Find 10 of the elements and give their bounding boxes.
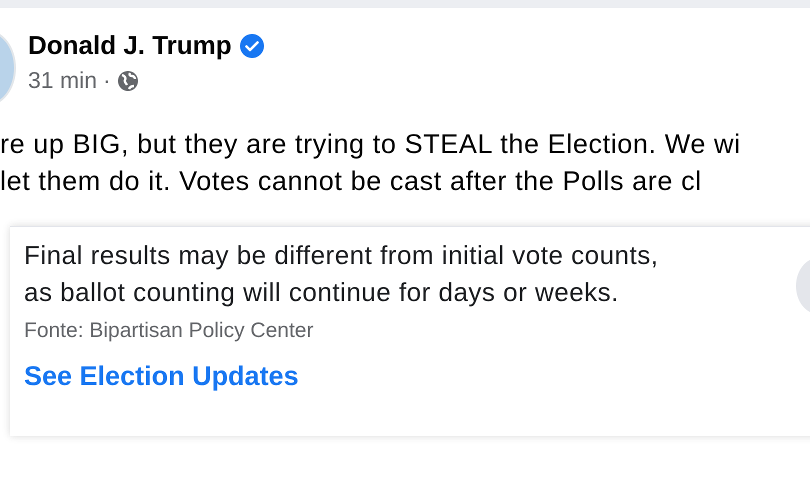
notice-text-line: as ballot counting will continue for days or weeks. — [24, 276, 619, 309]
election-updates-link[interactable]: See Election Updates — [24, 361, 299, 392]
source-text: Fonte: Bipartisan Policy Center — [24, 319, 314, 343]
author-name[interactable]: Donald J. Trump — [28, 30, 232, 61]
separator: · — [103, 67, 111, 94]
post-time[interactable]: 31 min — [28, 67, 98, 94]
post-text-line: let them do it. Votes cannot be cast after the Polls are cl — [0, 165, 703, 198]
notice-text-line: Final results may be different from initial vote counts, — [24, 239, 658, 272]
globe-icon[interactable] — [116, 70, 139, 92]
post-text-line: re up BIG, but they are trying to STEAL the Election. We wi — [0, 128, 742, 161]
